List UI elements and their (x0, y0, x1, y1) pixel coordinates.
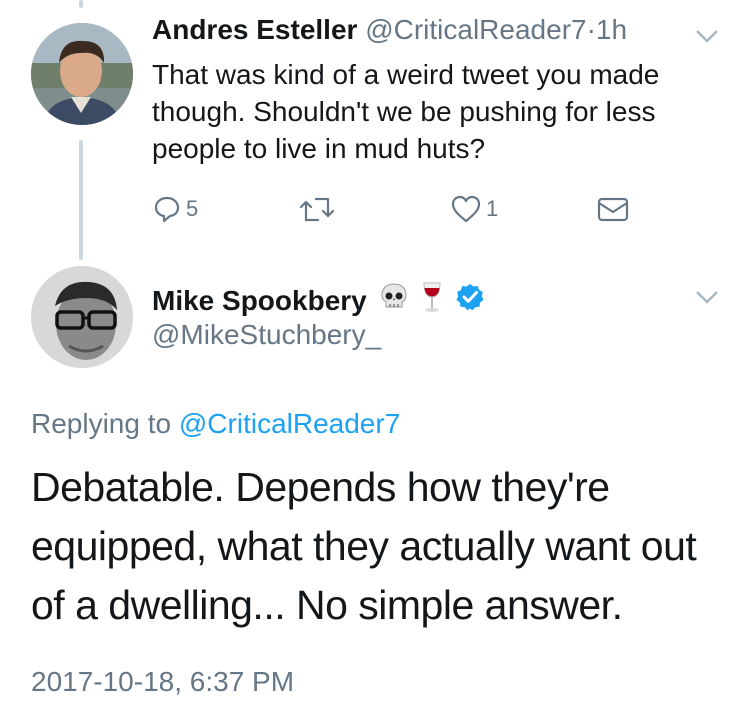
retweet-button[interactable] (298, 192, 336, 226)
tweet2-author-handle[interactable]: @MikeStuchbery_ (152, 319, 381, 351)
dm-envelope-icon (597, 197, 629, 222)
wine-glass-emoji (419, 280, 445, 321)
like-button[interactable]: 1 (450, 192, 498, 226)
replying-prefix: Replying to (31, 408, 172, 439)
tweet2-text: Debatable. Depends how they're equipped,… (31, 464, 697, 628)
avatar-andres[interactable] (31, 23, 133, 125)
tweet1-author-handle[interactable]: @CriticalReader7 (365, 14, 586, 45)
tweet1-action-bar: 5 1 (0, 192, 750, 226)
replying-to-handle-link[interactable]: @CriticalReader7 (179, 408, 400, 439)
chevron-down-icon[interactable] (694, 28, 720, 44)
chevron-down-icon[interactable] (694, 289, 720, 305)
reply-button[interactable]: 5 (152, 192, 198, 226)
tweet2-author-name-row: Mike Spookbery (152, 280, 485, 321)
reply-icon (154, 196, 180, 223)
retweet-icon (299, 197, 335, 222)
avatar-mike[interactable] (31, 266, 133, 368)
replying-to-line: Replying to @CriticalReader7 (31, 408, 400, 440)
skull-emoji (377, 280, 411, 321)
verified-badge-icon (455, 282, 485, 319)
tweet2-timestamp[interactable]: 2017-10-18, 6:37 PM (31, 666, 294, 698)
tweet1-time[interactable]: 1h (596, 14, 627, 45)
direct-message-button[interactable] (596, 192, 630, 226)
heart-icon (451, 195, 481, 223)
like-count: 1 (486, 196, 499, 221)
tweet1-text: That was kind of a weird tweet you made … (152, 59, 660, 164)
tweet1-header: Andres Esteller @CriticalReader7·1h (152, 14, 627, 46)
thread-line-top (79, 0, 83, 8)
tweet1-separator: · (586, 14, 596, 45)
reply-count: 5 (186, 196, 199, 221)
tweet2-author-name[interactable]: Mike Spookbery (152, 285, 367, 317)
tweet1-author-name[interactable]: Andres Esteller (152, 14, 357, 45)
